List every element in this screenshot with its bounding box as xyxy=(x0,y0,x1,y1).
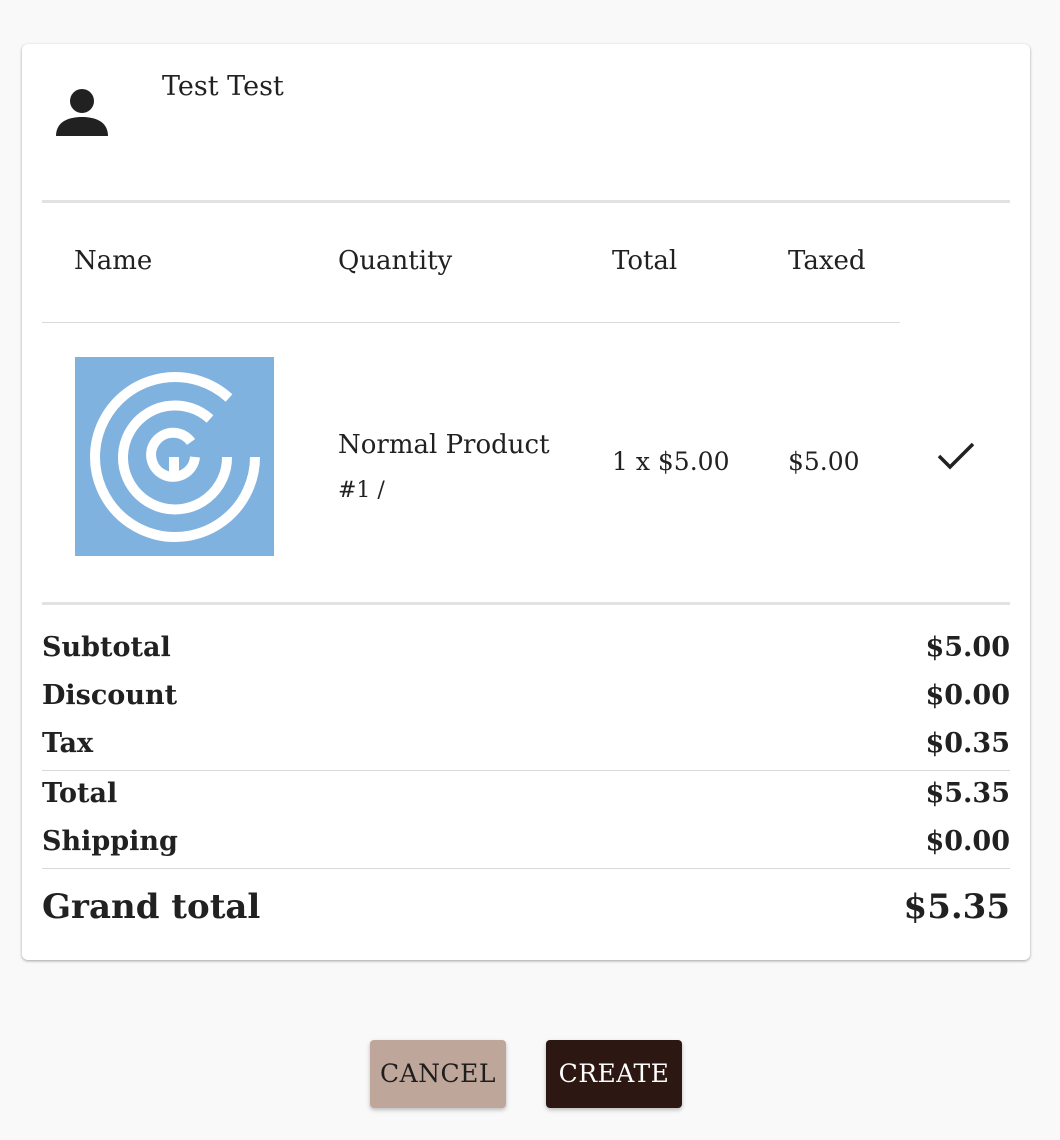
column-header-taxed: Taxed xyxy=(788,246,866,276)
subtotal-label: Subtotal xyxy=(42,632,171,663)
total-label: Total xyxy=(42,778,118,809)
product-title: Normal Product xyxy=(338,430,550,460)
product-name: Normal Product #1 / xyxy=(338,422,578,514)
order-summary-card: Test Test Name Quantity Total Taxed Norm… xyxy=(22,44,1030,960)
cancel-button[interactable]: CANCEL xyxy=(370,1040,506,1108)
column-header-quantity: Quantity xyxy=(338,246,453,276)
discount-row: Discount $0.00 xyxy=(42,676,1010,716)
product-total: $5.00 xyxy=(788,447,860,476)
grand-total-value: $5.35 xyxy=(903,887,1010,927)
total-row: Total $5.35 xyxy=(42,774,1010,814)
subtotal-value: $5.00 xyxy=(925,632,1010,663)
grand-total-row: Grand total $5.35 xyxy=(42,884,1010,930)
divider xyxy=(42,602,1010,605)
product-quantity: 1 x $5.00 xyxy=(612,447,730,476)
shipping-row: Shipping $0.00 xyxy=(42,822,1010,862)
customer-name: Test Test xyxy=(162,71,284,102)
discount-label: Discount xyxy=(42,680,178,711)
tax-row: Tax $0.35 xyxy=(42,724,1010,764)
shipping-value: $0.00 xyxy=(925,826,1010,857)
subtotal-row: Subtotal $5.00 xyxy=(42,628,1010,668)
check-icon xyxy=(937,442,975,470)
column-header-name: Name xyxy=(74,246,153,276)
grand-total-label: Grand total xyxy=(42,887,261,927)
header-divider xyxy=(42,322,900,323)
column-header-total: Total xyxy=(612,246,678,276)
product-logo-image xyxy=(75,357,274,556)
create-button[interactable]: CREATE xyxy=(546,1040,682,1108)
shipping-label: Shipping xyxy=(42,826,178,857)
tax-value: $0.35 xyxy=(925,728,1010,759)
divider xyxy=(42,770,1010,771)
person-icon xyxy=(56,89,108,136)
divider xyxy=(42,200,1010,203)
discount-value: $0.00 xyxy=(925,680,1010,711)
tax-label: Tax xyxy=(42,728,94,759)
product-sku: #1 / xyxy=(338,478,385,503)
divider xyxy=(42,868,1010,869)
total-value: $5.35 xyxy=(925,778,1010,809)
